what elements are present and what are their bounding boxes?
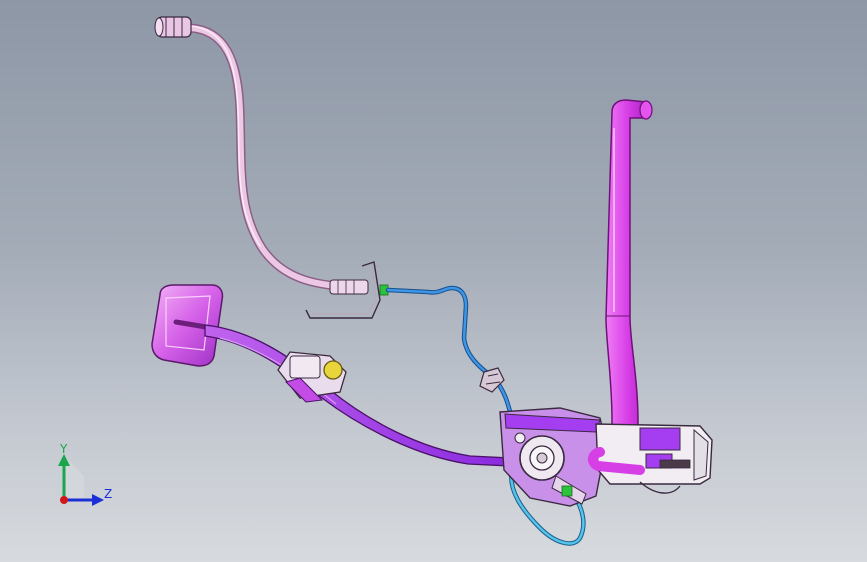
mounting-bracket[interactable]	[305, 261, 389, 319]
cad-model-view[interactable]	[0, 0, 867, 562]
cad-viewport[interactable]: Y Z	[0, 0, 867, 562]
x-axis-origin	[60, 496, 68, 504]
flex-hose[interactable]	[185, 23, 350, 292]
reservoir-pipe[interactable]	[605, 99, 653, 455]
y-axis-label: Y	[60, 442, 68, 456]
hose-end-fitting[interactable]	[154, 16, 192, 38]
z-axis-label: Z	[104, 487, 113, 501]
coordinate-triad	[58, 454, 104, 506]
z-axis-arrowhead	[92, 494, 104, 506]
connector-block[interactable]	[588, 423, 713, 494]
